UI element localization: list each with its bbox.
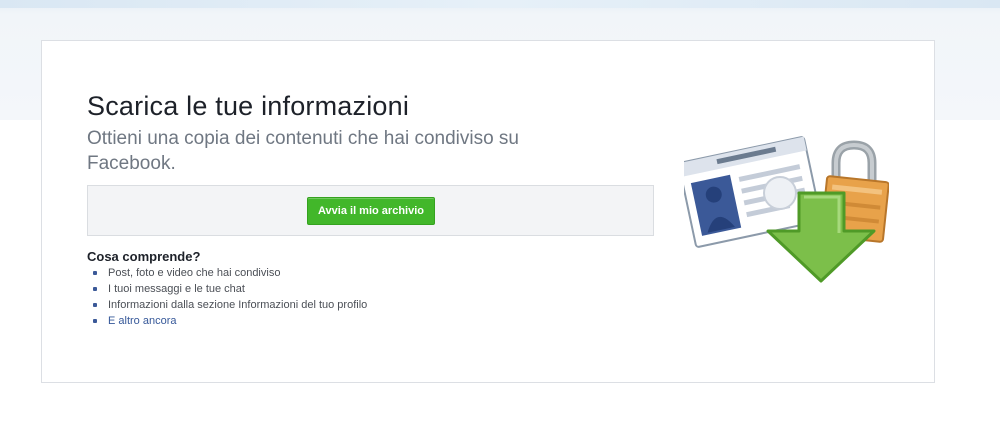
bullet-icon — [93, 271, 97, 275]
bullet-icon — [93, 319, 97, 323]
list-item-more-link[interactable]: E altro ancora — [87, 313, 367, 329]
list-item-label: Informazioni dalla sezione Informazioni … — [108, 299, 368, 311]
download-info-panel: Scarica le tue informazioni Ottieni una … — [41, 40, 935, 383]
list-item: Post, foto e video che hai condiviso — [87, 265, 367, 281]
bullet-icon — [93, 287, 97, 291]
list-item-label: Post, foto e video che hai condiviso — [108, 267, 281, 279]
list-item-label[interactable]: E altro ancora — [108, 315, 176, 327]
list-item: I tuoi messaggi e le tue chat — [87, 281, 367, 297]
page-subtitle: Ottieni una copia dei contenuti che hai … — [87, 128, 519, 174]
archive-illustration — [684, 136, 889, 283]
bullet-icon — [93, 303, 97, 307]
includes-heading: Cosa comprende? — [87, 249, 201, 264]
includes-list: Post, foto e video che hai condiviso I t… — [87, 265, 367, 329]
start-archive-button[interactable]: Avvia il mio archivio — [307, 197, 435, 225]
top-strip — [0, 0, 1000, 8]
list-item: Informazioni dalla sezione Informazioni … — [87, 297, 367, 313]
page-title: Scarica le tue informazioni — [87, 91, 410, 121]
archive-action-bar: Avvia il mio archivio — [87, 185, 654, 236]
list-item-label: I tuoi messaggi e le tue chat — [108, 283, 245, 295]
